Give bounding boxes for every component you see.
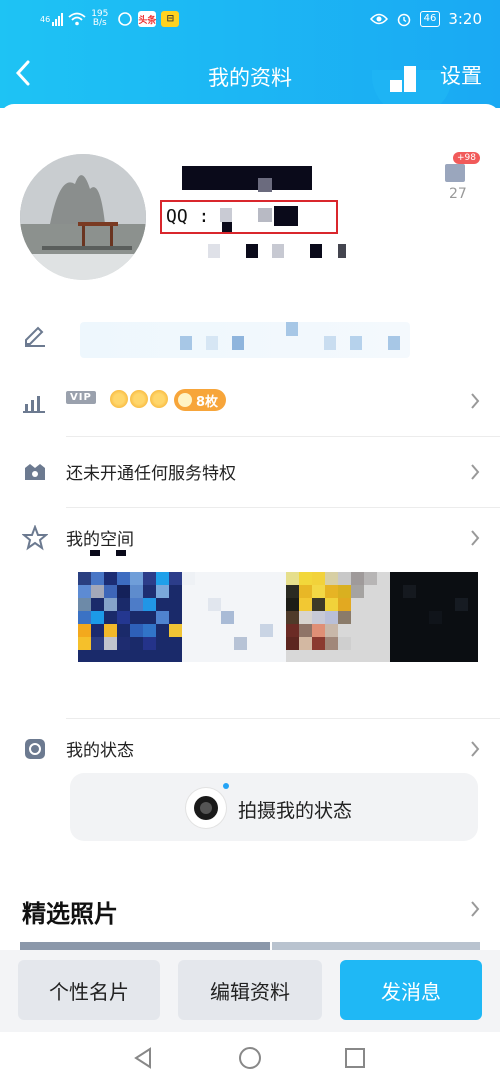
instagram-camera-icon [25, 739, 45, 759]
avatar-landscape-image [20, 154, 146, 280]
settings-button[interactable]: 设置 [440, 60, 482, 90]
toutiao-app-icon: 头条 [138, 11, 156, 27]
medal-badge: 8枚 [174, 389, 227, 411]
status-label: 我的状态 [66, 741, 134, 761]
qq-number-mosaic [220, 208, 232, 222]
avatar[interactable] [20, 154, 146, 280]
info-mosaic [272, 244, 284, 258]
crown-icon [110, 390, 128, 408]
signature-mosaic [350, 336, 362, 350]
net-speed: 195 B/s [91, 10, 108, 28]
taxi-app-icon: ⊟ [161, 11, 180, 27]
ring-icon [118, 12, 133, 26]
space-label: 我的空间 [66, 530, 134, 550]
privilege-label: 还未开通任何服务特权 [66, 464, 236, 484]
nav-home-icon[interactable] [238, 1046, 262, 1070]
featured-photo-strip [272, 942, 480, 950]
level-bars-icon [390, 66, 416, 92]
signature-mosaic [180, 336, 192, 350]
profile-card-button[interactable]: 个性名片 [18, 960, 160, 1020]
notification-dot [223, 783, 229, 789]
eye-icon [369, 13, 388, 25]
space-photo-4[interactable] [390, 572, 478, 662]
signal-icon [52, 12, 64, 26]
chevron-right-icon [471, 393, 480, 409]
send-message-button[interactable]: 发消息 [340, 960, 482, 1020]
info-mosaic [208, 244, 220, 258]
pencil-icon [25, 326, 45, 347]
info-mosaic [338, 244, 346, 258]
camera-icon [186, 788, 226, 828]
qq-number-mosaic [258, 208, 272, 222]
alarm-icon [397, 13, 410, 27]
like-badge: +98 [453, 152, 480, 164]
qq-number-mosaic [222, 222, 232, 232]
mosaic-block [258, 178, 272, 192]
network-label: 46 [40, 14, 51, 24]
featured-photo-strip [20, 942, 270, 950]
battery-icon: 46 [419, 11, 441, 27]
level-up-icon [23, 396, 45, 413]
space-photo-1[interactable] [78, 572, 182, 662]
signature-mosaic [324, 336, 336, 350]
qq-number-mosaic [274, 206, 298, 226]
net-speed-unit: B/s [92, 18, 107, 28]
nickname-mosaic [182, 166, 312, 190]
space-row[interactable]: 我的空间 [0, 503, 500, 573]
capture-status-label: 拍摄我的状态 [238, 800, 353, 822]
chevron-right-icon [471, 741, 480, 757]
like-count: 27 [449, 186, 467, 202]
chevron-right-icon [471, 464, 480, 480]
clock: 3:20 [448, 10, 482, 28]
featured-photos-title: 精选照片 [22, 900, 118, 928]
top-header: 46 195 B/s 头条 ⊟ 46 3:20 我的资料 设置 [0, 0, 500, 116]
medal-icon [178, 393, 192, 407]
info-mosaic [246, 244, 258, 258]
space-photo-3[interactable] [286, 572, 390, 662]
nav-recents-icon[interactable] [344, 1047, 366, 1069]
status-bar: 46 195 B/s 头条 ⊟ 46 3:20 [0, 0, 500, 38]
space-photo-2[interactable] [182, 572, 286, 662]
edit-profile-button[interactable]: 编辑资料 [178, 960, 322, 1020]
nav-back-icon[interactable] [132, 1046, 154, 1070]
signature-mosaic [206, 336, 218, 350]
privilege-row[interactable]: 还未开通任何服务特权 [0, 437, 500, 507]
system-nav-bar [0, 1032, 500, 1084]
space-mosaic [116, 550, 126, 556]
space-mosaic [90, 550, 100, 556]
info-mosaic [310, 244, 322, 258]
qq-label: QQ : [166, 206, 210, 227]
vip-tag: VIP [66, 391, 96, 404]
signature-mosaic [388, 336, 400, 350]
wifi-icon [68, 12, 86, 26]
crown-outline-icon [25, 464, 45, 480]
chevron-right-icon [471, 530, 480, 546]
signature-mosaic [286, 322, 298, 336]
signature-mosaic [232, 336, 244, 350]
star-icon [22, 525, 48, 551]
crown-icon [150, 390, 168, 408]
crown-icon [130, 390, 148, 408]
chevron-right-icon[interactable] [470, 900, 480, 918]
medal-count: 8枚 [196, 394, 219, 410]
